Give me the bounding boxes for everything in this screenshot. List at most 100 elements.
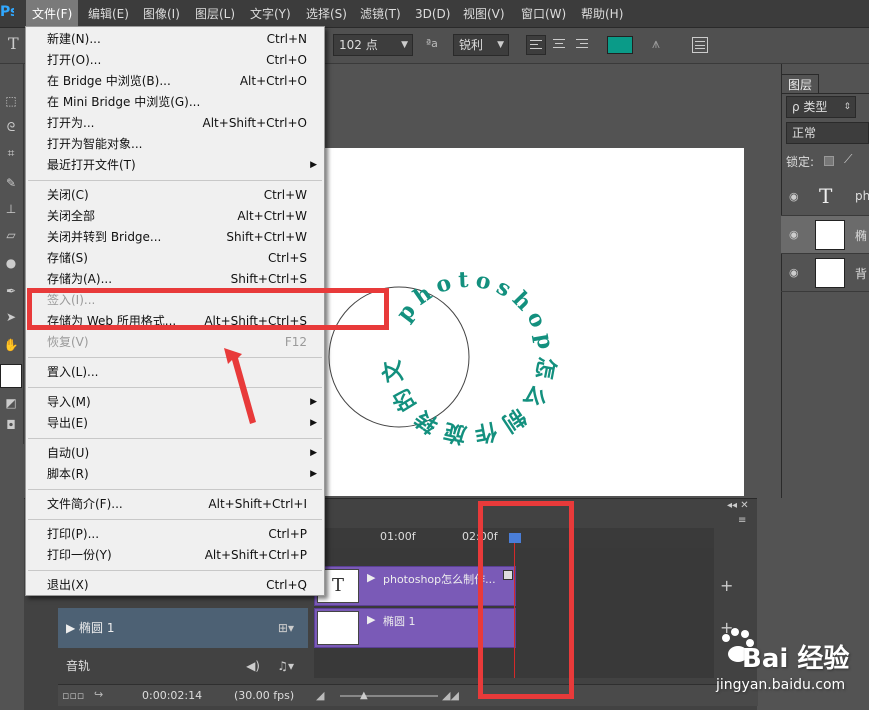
music-note-icon[interactable]: ♫▾	[277, 652, 294, 680]
blend-mode-dropdown[interactable]: 正常	[786, 122, 869, 144]
lock-transparent-icon[interactable]	[824, 156, 834, 166]
track-options-icon[interactable]: ⊞▾	[278, 608, 294, 648]
file-menu-item[interactable]: 退出(X) Ctrl+Q	[27, 575, 323, 596]
file-menu-item[interactable]: 在 Bridge 中浏览(B)... Alt+Ctrl+O	[27, 71, 323, 92]
file-menu-item[interactable]: 关闭(C) Ctrl+W	[27, 185, 323, 206]
text-color-swatch[interactable]	[607, 36, 633, 54]
quick-mask-icon[interactable]: ◘	[2, 416, 20, 434]
track-expand-icon[interactable]: ▶	[66, 621, 79, 635]
pen-tool-icon[interactable]: ✒	[2, 282, 20, 300]
zoom-in-icon[interactable]: ◢◢	[442, 689, 459, 702]
file-menu-item[interactable]: 存储为(A)... Shift+Ctrl+S	[27, 269, 323, 290]
layer-name: 椭	[855, 229, 868, 243]
layer-thumbnail	[815, 258, 845, 288]
file-menu-item[interactable]: 文件简介(F)... Alt+Shift+Ctrl+I	[27, 494, 323, 515]
track-label[interactable]: ▶ 椭圆 1 ⊞▾	[58, 608, 308, 648]
foreground-color-swatch[interactable]	[0, 364, 22, 388]
frame-mode-icon[interactable]: ▫▫▫	[62, 689, 84, 702]
zoom-slider-thumb[interactable]: ▲	[360, 690, 368, 701]
menu-view[interactable]: 视图(V)	[457, 0, 511, 28]
collapse-panel-icon[interactable]: ◂◂ ✕	[727, 500, 749, 511]
file-menu-item[interactable]: 打印一份(Y) Alt+Shift+Ctrl+P	[27, 545, 323, 566]
zoom-slider-track[interactable]	[340, 695, 438, 697]
file-menu-item[interactable]: 自动(U) ▶	[27, 443, 323, 464]
warp-text-icon[interactable]: ⩚	[652, 36, 660, 52]
menu-help[interactable]: 帮助(H)	[575, 0, 629, 28]
character-panel-icon[interactable]	[692, 37, 708, 53]
file-menu-item[interactable]: 打印(P)... Ctrl+P	[27, 524, 323, 545]
eraser-tool-icon[interactable]: ▱	[2, 226, 20, 244]
blur-tool-icon[interactable]: ●	[2, 254, 20, 272]
menu-layer[interactable]: 图层(L)	[189, 0, 241, 28]
file-menu-item[interactable]: 打开为... Alt+Shift+Ctrl+O	[27, 113, 323, 134]
menu-3d[interactable]: 3D(D)	[409, 0, 456, 28]
layer-row-ellipse[interactable]: ◉ 椭	[781, 216, 869, 254]
menu-file[interactable]: 文件(F)	[26, 0, 79, 28]
menu-select[interactable]: 选择(S)	[300, 0, 353, 28]
layer-filter-value: ρ 类型	[792, 100, 828, 114]
menu-item-shortcut: Alt+Ctrl+W	[237, 209, 307, 223]
visibility-eye-icon[interactable]: ◉	[789, 266, 803, 280]
panel-menu-icon[interactable]: ≡	[738, 515, 746, 526]
crop-tool-icon[interactable]: ⌗	[2, 144, 20, 162]
render-video-icon[interactable]: ↪	[94, 688, 103, 701]
layer-row-text[interactable]: ◉ T ph	[781, 178, 869, 216]
lasso-tool-icon[interactable]: ᘓ	[2, 118, 20, 136]
file-menu-item[interactable]: 存储(S) Ctrl+S	[27, 248, 323, 269]
menu-filter[interactable]: 滤镜(T)	[354, 0, 407, 28]
marquee-tool-icon[interactable]: ⬚	[2, 92, 20, 110]
add-media-icon[interactable]: +	[720, 576, 733, 595]
stamp-tool-icon[interactable]: ⊥	[2, 200, 20, 218]
menu-item-label: 自动(U)	[47, 446, 90, 460]
menu-item-label: 存储(S)	[47, 251, 88, 265]
highlight-box-playhead	[478, 501, 574, 699]
file-menu-item[interactable]: 关闭并转到 Bridge... Shift+Ctrl+W	[27, 227, 323, 248]
file-menu-item[interactable]: 置入(L)...	[27, 362, 323, 383]
visibility-eye-icon[interactable]: ◉	[789, 190, 803, 204]
file-menu-item[interactable]: 导入(M) ▶	[27, 392, 323, 413]
font-size-dropdown[interactable]: 102 点 ▼	[333, 34, 413, 56]
menu-edit[interactable]: 编辑(E)	[82, 0, 135, 28]
menu-separator	[28, 489, 322, 490]
layer-row-background[interactable]: ◉ 背	[781, 254, 869, 292]
highlight-box-save-for-web	[27, 288, 389, 330]
zoom-out-icon[interactable]: ◢	[316, 689, 324, 702]
menu-separator	[28, 180, 322, 181]
swap-colors-icon[interactable]: ◩	[2, 394, 20, 412]
file-menu-item[interactable]: 打开(O)... Ctrl+O	[27, 50, 323, 71]
menu-item-shortcut: Alt+Shift+Ctrl+O	[202, 116, 307, 130]
hand-tool-icon[interactable]: ✋	[2, 336, 20, 354]
menu-item-shortcut: Shift+Ctrl+W	[226, 230, 307, 244]
clip-expand-icon[interactable]: ▶	[367, 613, 375, 626]
lock-brush-icon[interactable]: ⟋	[844, 152, 852, 167]
audio-track-row[interactable]: 音轨 ◀) ♫▾	[58, 652, 308, 680]
file-menu-item[interactable]: 在 Mini Bridge 中浏览(G)...	[27, 92, 323, 113]
clip-expand-icon[interactable]: ▶	[367, 571, 375, 584]
align-left-button[interactable]	[526, 35, 546, 55]
menu-window[interactable]: 窗口(W)	[515, 0, 572, 28]
red-arrow-icon	[224, 348, 256, 424]
submenu-arrow-icon: ▶	[310, 418, 317, 428]
visibility-eye-icon[interactable]: ◉	[789, 228, 803, 242]
file-menu-item[interactable]: 关闭全部 Alt+Ctrl+W	[27, 206, 323, 227]
speaker-icon[interactable]: ◀)	[246, 652, 260, 680]
menu-item-label: 打印(P)...	[47, 527, 100, 541]
layer-filter-dropdown[interactable]: ρ 类型 ⇕	[786, 96, 856, 118]
submenu-arrow-icon: ▶	[310, 160, 317, 170]
layers-tab[interactable]: 图层	[781, 74, 820, 94]
type-tool-icon[interactable]: T	[8, 34, 24, 54]
align-right-button[interactable]	[572, 35, 592, 55]
path-select-tool-icon[interactable]: ➤	[2, 308, 20, 326]
file-menu-item[interactable]: 导出(E) ▶	[27, 413, 323, 434]
menu-type[interactable]: 文字(Y)	[244, 0, 297, 28]
align-center-button[interactable]	[549, 35, 569, 55]
file-menu-item[interactable]: 脚本(R) ▶	[27, 464, 323, 485]
file-menu-item[interactable]: 打开为智能对象...	[27, 134, 323, 155]
menu-image[interactable]: 图像(I)	[137, 0, 186, 28]
healing-tool-icon[interactable]: ✎	[2, 174, 20, 192]
file-menu-item[interactable]: 最近打开文件(T) ▶	[27, 155, 323, 176]
file-menu-item[interactable]: 新建(N)... Ctrl+N	[27, 29, 323, 50]
menu-item-label: 关闭并转到 Bridge...	[47, 230, 162, 244]
anti-alias-dropdown[interactable]: 锐利 ▼	[453, 34, 509, 56]
menu-item-label: 关闭(C)	[47, 188, 89, 202]
